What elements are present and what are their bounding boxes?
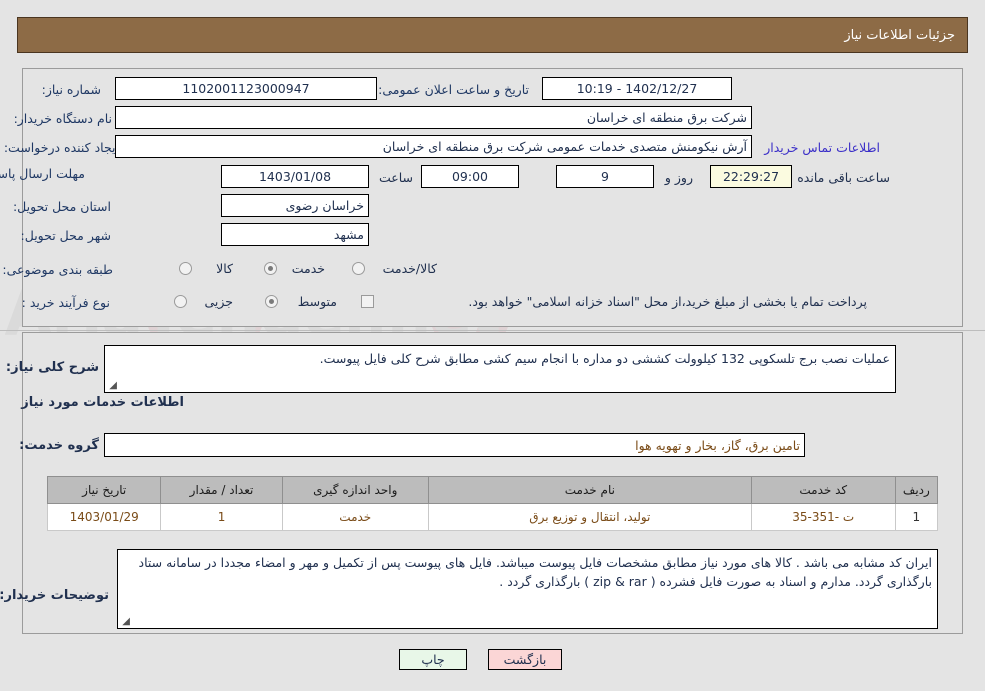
process-radio-motavaset[interactable] <box>265 295 278 308</box>
creator-field[interactable]: آرش نیکومنش متصدی خدمات عمومی شرکت برق م… <box>115 135 752 158</box>
remaining-time-field: 22:29:27 <box>710 165 792 188</box>
province-label: استان محل تحویل: <box>12 199 111 214</box>
process-option-label-jozei: جزیی <box>204 294 233 309</box>
process-radio-jozei[interactable] <box>174 295 187 308</box>
treasury-docs-label: پرداخت تمام یا بخشی از مبلغ خرید،از محل … <box>468 294 867 309</box>
process-label: نوع فرآیند خرید : <box>21 295 110 310</box>
buyer-contact-link[interactable]: اطلاعات تماس خریدار <box>764 140 880 155</box>
category-radio-kala-khedmat[interactable] <box>352 262 365 275</box>
buyer-org-field[interactable]: شرکت برق منطقه ای خراسان <box>115 106 752 129</box>
th-quantity: تعداد / مقدار <box>160 476 283 504</box>
buyer-notes-label: توضیحات خریدار: <box>0 588 109 603</box>
remaining-days-field[interactable]: 9 <box>556 165 654 188</box>
cell-unit: خدمت <box>281 503 429 531</box>
deadline-label: مهلت ارسال پاسخ: تا تاریخ: <box>0 166 85 181</box>
category-radio-kala[interactable] <box>179 262 192 275</box>
category-label: طبقه بندی موضوعی: <box>2 262 113 277</box>
process-option-label-motavaset: متوسط <box>297 294 337 309</box>
cell-index: 1 <box>894 503 939 531</box>
treasury-docs-checkbox[interactable] <box>361 295 374 308</box>
category-option-label-khedmat: خدمت <box>291 261 325 276</box>
buyer-notes-text: ایران کد مشابه می باشد . کالا های مورد ن… <box>138 555 933 589</box>
buyer-org-label: نام دستگاه خریدار: <box>13 111 112 126</box>
service-group-label: گروه خدمت: <box>19 438 99 453</box>
general-description-textarea[interactable]: عملیات نصب برج تلسکوپی 132 کیلوولت کششی … <box>104 345 896 393</box>
need-number-label: شماره نیاز: <box>41 82 101 97</box>
print-button[interactable]: چاپ <box>399 649 467 670</box>
cell-quantity: 1 <box>160 503 283 531</box>
resize-grip-icon-notes[interactable]: ◢ <box>120 617 130 627</box>
general-description-label: شرح کلی نیاز: <box>5 360 99 375</box>
services-table: ردیف کد خدمت نام خدمت واحد اندازه گیری ت… <box>46 476 939 531</box>
th-service-code: کد خدمت <box>750 476 896 504</box>
announce-datetime-label: تاریخ و ساعت اعلان عمومی: <box>378 82 529 97</box>
table-header-row: ردیف کد خدمت نام خدمت واحد اندازه گیری ت… <box>46 476 939 504</box>
remaining-days-unit-label: روز و <box>664 170 693 185</box>
service-group-field[interactable]: تامین برق، گاز، بخار و تهویه هوا <box>104 433 805 457</box>
need-number-field[interactable]: 1102001123000947 <box>115 77 377 100</box>
city-field[interactable]: مشهد <box>221 223 369 246</box>
back-button[interactable]: بازگشت <box>488 649 562 670</box>
deadline-hour-label: ساعت <box>378 170 413 185</box>
deadline-time-field[interactable]: 09:00 <box>421 165 519 188</box>
page-title: جزئیات اطلاعات نیاز <box>844 27 955 43</box>
announce-datetime-field[interactable]: 1402/12/27 - 10:19 <box>542 77 732 100</box>
page-header: جزئیات اطلاعات نیاز <box>17 17 968 53</box>
section-divider <box>0 330 985 331</box>
th-service-name: نام خدمت <box>427 476 752 504</box>
city-label: شهر محل تحویل: <box>20 228 111 243</box>
buyer-notes-textarea[interactable]: ایران کد مشابه می باشد . کالا های مورد ن… <box>117 549 938 629</box>
category-radio-khedmat[interactable] <box>264 262 277 275</box>
need-details-page: AriaTender.net جزئیات اطلاعات نیاز شماره… <box>0 0 985 691</box>
th-index: ردیف <box>894 476 939 504</box>
general-description-text: عملیات نصب برج تلسکوپی 132 کیلوولت کششی … <box>319 351 890 366</box>
th-need-date: تاریخ نیاز <box>46 476 162 504</box>
province-field[interactable]: خراسان رضوی <box>221 194 369 217</box>
category-option-label-kala-khedmat: کالا/خدمت <box>382 261 437 276</box>
remaining-time-unit-label: ساعت باقی مانده <box>797 170 890 185</box>
table-row[interactable]: 1 ت -351-35 تولید، انتقال و توزیع برق خد… <box>46 503 939 531</box>
category-option-label-kala: کالا <box>216 261 233 276</box>
deadline-date-field[interactable]: 1403/01/08 <box>221 165 369 188</box>
cell-service-name: تولید، انتقال و توزیع برق <box>427 503 752 531</box>
creator-label: ایجاد کننده درخواست: <box>3 140 119 155</box>
resize-grip-icon[interactable]: ◢ <box>107 381 117 391</box>
th-unit: واحد اندازه گیری <box>281 476 429 504</box>
cell-need-date: 1403/01/29 <box>46 503 162 531</box>
services-section-heading: اطلاعات خدمات مورد نیاز <box>21 395 184 410</box>
cell-service-code: ت -351-35 <box>750 503 896 531</box>
